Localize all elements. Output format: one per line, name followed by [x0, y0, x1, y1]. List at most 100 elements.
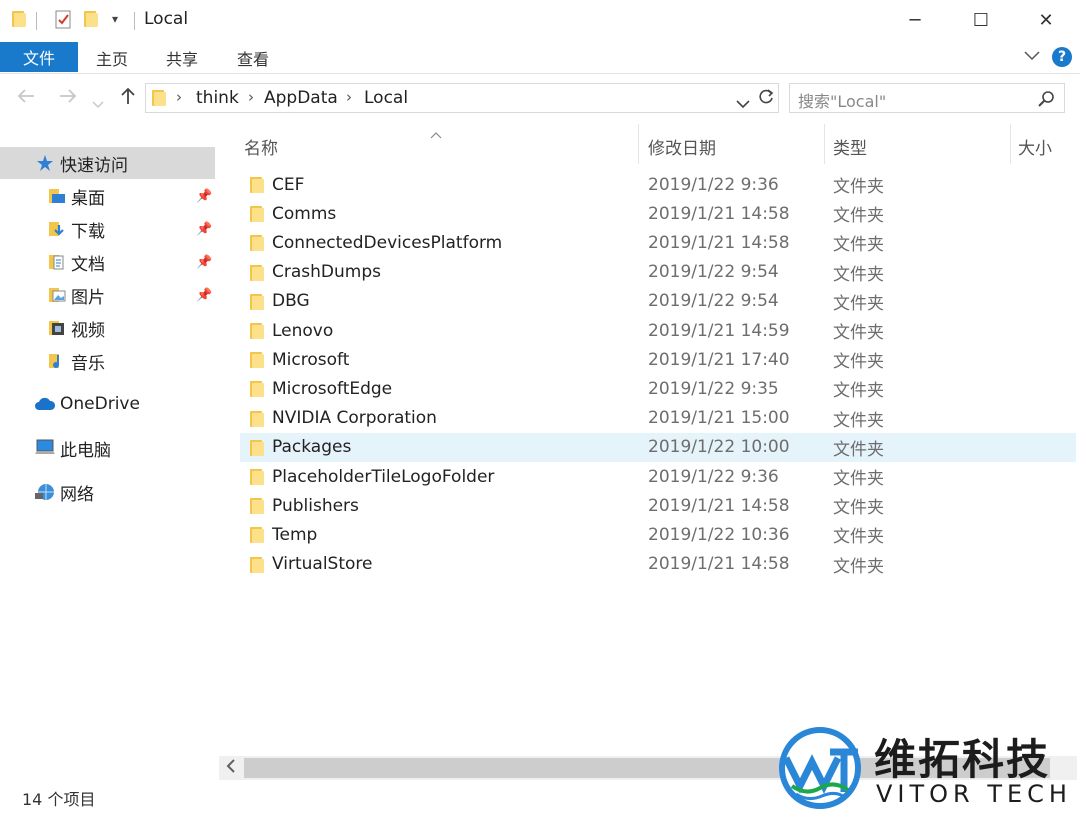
sidebar-label: 音乐: [71, 353, 105, 374]
maximize-button[interactable]: ☐: [948, 0, 1014, 40]
file-row[interactable]: Lenovo 2019/1/21 14:59 文件夹: [240, 316, 1076, 345]
tab-file[interactable]: 文件: [0, 42, 78, 72]
sidebar-item-this-pc[interactable]: 此电脑: [0, 432, 215, 464]
sidebar-item-pictures[interactable]: 图片 📌: [0, 279, 215, 311]
file-date: 2019/1/21 17:40: [648, 349, 790, 370]
file-date: 2019/1/22 10:00: [648, 437, 790, 458]
file-row[interactable]: Packages 2019/1/22 10:00 文件夹: [240, 432, 1076, 462]
file-name[interactable]: DBG: [272, 291, 310, 311]
ribbon: 文件 主页 共享 查看: [0, 40, 1080, 74]
new-folder-icon[interactable]: [84, 10, 98, 28]
file-type: 文件夹: [833, 206, 884, 227]
recent-locations-icon[interactable]: [92, 90, 104, 114]
pin-icon[interactable]: 📌: [196, 222, 212, 237]
file-row[interactable]: Publishers 2019/1/21 14:58 文件夹: [240, 491, 1076, 520]
window-title: Local: [144, 9, 189, 29]
file-row[interactable]: Microsoft 2019/1/21 17:40 文件夹: [240, 345, 1076, 374]
file-row[interactable]: MicrosoftEdge 2019/1/22 9:35 文件夹: [240, 374, 1076, 403]
breadcrumb-separator-icon[interactable]: ›: [248, 88, 254, 106]
file-type: 文件夹: [833, 381, 884, 402]
search-icon[interactable]: [1038, 90, 1055, 111]
file-row[interactable]: CEF 2019/1/22 9:36 文件夹: [240, 170, 1076, 199]
help-icon[interactable]: ?: [1052, 47, 1072, 67]
scroll-left-icon[interactable]: [226, 759, 236, 777]
file-date: 2019/1/22 9:36: [648, 174, 779, 195]
breadcrumb-separator-icon[interactable]: ›: [346, 88, 352, 106]
forward-arrow-icon[interactable]: [58, 86, 78, 111]
sidebar-item-downloads[interactable]: 下载 📌: [0, 213, 215, 245]
file-row[interactable]: DBG 2019/1/22 9:54 文件夹: [240, 287, 1076, 316]
tab-share[interactable]: 共享: [166, 46, 198, 70]
file-row[interactable]: VirtualStore 2019/1/21 14:58 文件夹: [240, 550, 1076, 579]
sidebar-item-desktop[interactable]: 桌面 📌: [0, 180, 215, 212]
pin-icon[interactable]: 📌: [196, 255, 212, 270]
file-name[interactable]: Temp: [272, 525, 317, 545]
file-name[interactable]: NVIDIA Corporation: [272, 408, 437, 428]
file-name[interactable]: CrashDumps: [272, 262, 381, 282]
file-date: 2019/1/22 9:35: [648, 378, 779, 399]
expand-ribbon-icon[interactable]: [1024, 49, 1040, 65]
divider: [134, 12, 135, 30]
file-row[interactable]: Temp 2019/1/22 10:36 文件夹: [240, 520, 1076, 549]
desktop-folder-icon: [48, 187, 66, 209]
sidebar-label: 桌面: [71, 188, 105, 209]
folder-icon: [250, 293, 264, 315]
tab-view[interactable]: 查看: [237, 46, 269, 70]
file-name[interactable]: PlaceholderTileLogoFolder: [272, 467, 494, 487]
breadcrumb-local[interactable]: Local: [364, 88, 408, 108]
folder-icon: [250, 351, 264, 373]
sidebar-item-documents[interactable]: 文档 📌: [0, 246, 215, 278]
column-header-size[interactable]: 大小: [1018, 134, 1052, 159]
sidebar-label: 文档: [71, 254, 105, 275]
watermark-cn: 维拓科技: [874, 735, 1050, 784]
file-name[interactable]: Publishers: [272, 496, 359, 516]
column-divider[interactable]: [1010, 124, 1011, 164]
tab-home[interactable]: 主页: [96, 46, 128, 70]
up-arrow-icon[interactable]: [118, 86, 138, 111]
column-header-date[interactable]: 修改日期: [648, 134, 716, 159]
file-name[interactable]: Lenovo: [272, 321, 333, 341]
file-name[interactable]: Microsoft: [272, 350, 349, 370]
sidebar-item-videos[interactable]: 视频: [0, 312, 215, 344]
file-row[interactable]: ConnectedDevicesPlatform 2019/1/21 14:58 文…: [240, 228, 1076, 257]
column-divider[interactable]: [824, 124, 825, 164]
network-icon: [34, 482, 56, 506]
breadcrumb-think[interactable]: think: [196, 88, 239, 108]
folder-icon: [250, 264, 264, 286]
file-name[interactable]: VirtualStore: [272, 554, 372, 574]
file-row[interactable]: PlaceholderTileLogoFolder 2019/1/22 9:36 文…: [240, 462, 1076, 491]
minimize-button[interactable]: ─: [882, 0, 948, 40]
file-name[interactable]: Comms: [272, 204, 336, 224]
back-arrow-icon[interactable]: [16, 86, 36, 111]
sidebar-item-music[interactable]: 音乐: [0, 345, 215, 377]
file-row[interactable]: NVIDIA Corporation 2019/1/21 15:00 文件夹: [240, 404, 1076, 433]
file-name[interactable]: ConnectedDevicesPlatform: [272, 233, 502, 253]
file-type: 文件夹: [833, 439, 884, 460]
pin-icon[interactable]: 📌: [196, 288, 212, 303]
file-date: 2019/1/21 14:59: [648, 320, 790, 341]
file-row[interactable]: Comms 2019/1/21 14:58 文件夹: [240, 199, 1076, 228]
file-date: 2019/1/22 9:54: [648, 291, 779, 312]
sidebar-label: 视频: [71, 320, 105, 341]
close-button[interactable]: ✕: [1013, 0, 1079, 40]
address-dropdown-icon[interactable]: [736, 94, 750, 113]
sidebar-item-quick-access[interactable]: 快速访问: [0, 147, 215, 179]
sidebar-item-onedrive[interactable]: OneDrive: [0, 388, 215, 420]
customize-toolbar-icon[interactable]: ▾: [112, 12, 118, 26]
file-name[interactable]: MicrosoftEdge: [272, 379, 392, 399]
breadcrumb-appdata[interactable]: AppData: [264, 88, 338, 108]
properties-icon[interactable]: [54, 9, 74, 31]
search-input[interactable]: 搜索"Local": [789, 83, 1065, 113]
sidebar-label: 下载: [71, 221, 105, 242]
breadcrumb-separator-icon[interactable]: ›: [176, 88, 182, 106]
column-header-name[interactable]: 名称: [244, 134, 278, 159]
pin-icon[interactable]: 📌: [196, 189, 212, 204]
sidebar-item-network[interactable]: 网络: [0, 476, 215, 508]
column-divider[interactable]: [638, 124, 639, 164]
file-name[interactable]: Packages: [272, 437, 351, 457]
refresh-icon[interactable]: [757, 88, 775, 110]
file-row[interactable]: CrashDumps 2019/1/22 9:54 文件夹: [240, 258, 1076, 287]
address-bar[interactable]: › think › AppData › Local: [145, 83, 779, 113]
column-header-type[interactable]: 类型: [833, 134, 867, 159]
file-name[interactable]: CEF: [272, 175, 304, 195]
